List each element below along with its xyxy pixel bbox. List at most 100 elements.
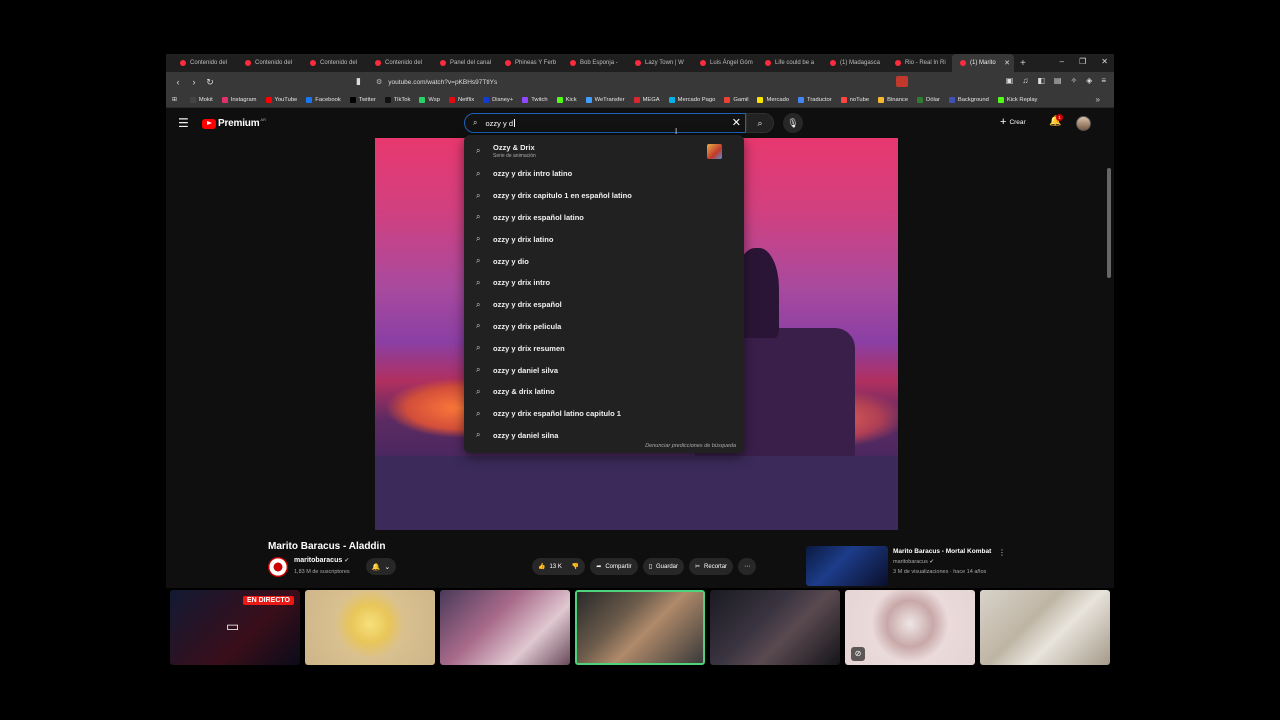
suggestion-item[interactable]: ⌕ ozzy y drix español latino: [464, 207, 744, 229]
search-button[interactable]: ⌕: [746, 113, 774, 133]
report-predictions-link[interactable]: Denunciar predicciones de búsqueda: [645, 443, 736, 449]
share-button[interactable]: ➦ Compartir: [590, 558, 638, 575]
suggestion-item[interactable]: ⌕ ozzy & drix latino: [464, 381, 744, 403]
channel-avatar[interactable]: [268, 557, 288, 577]
recommended-channel[interactable]: maritobaracus ✔: [893, 559, 934, 565]
suggestion-item[interactable]: ⌕ ozzy y drix español latino capitulo 1: [464, 403, 744, 425]
bookmark-item[interactable]: Kick Replay: [997, 96, 1037, 103]
bookmark-item[interactable]: Instagram: [221, 96, 257, 103]
bookmark-item[interactable]: Facebook: [306, 96, 341, 103]
suggestion-item[interactable]: ⌕ ozzy y drix intro: [464, 272, 744, 294]
channel-name[interactable]: maritobaracus ✔: [294, 557, 349, 564]
bookmark-item[interactable]: Twitch: [522, 96, 548, 103]
suggestion-item[interactable]: ⌕ ozzy y dio: [464, 250, 744, 272]
bookmark-item[interactable]: WeTransfer: [585, 96, 625, 103]
site-info-icon[interactable]: ⚙: [376, 78, 382, 86]
bookmark-item[interactable]: Mokit: [189, 96, 213, 103]
hamburger-menu-icon[interactable]: ☰: [178, 116, 189, 130]
bookmark-item[interactable]: YouTube: [265, 96, 297, 103]
scrollbar[interactable]: [1107, 168, 1111, 278]
bookmark-item[interactable]: TikTok: [384, 96, 410, 103]
more-bookmarks-icon[interactable]: »: [1096, 95, 1100, 104]
music-icon[interactable]: ♫: [1022, 76, 1028, 85]
suggestion-item[interactable]: ⌕ ozzy y drix resumen: [464, 337, 744, 359]
browser-tab[interactable]: Panel del canal: [432, 54, 497, 72]
youtube-logo[interactable]: Premium AR: [202, 117, 266, 129]
extensions-icon[interactable]: ✧: [1070, 76, 1077, 85]
bookmark-icon[interactable]: ▮: [356, 76, 361, 87]
webcam-feed[interactable]: ⊘: [845, 590, 975, 665]
clear-search-icon[interactable]: ✕: [732, 116, 741, 129]
suggestion-item[interactable]: ⌕ ozzy y drix intro latino: [464, 163, 744, 185]
apps-icon[interactable]: ⊞: [172, 97, 177, 103]
webcam-feed[interactable]: [980, 590, 1110, 665]
suggestion-item[interactable]: ⌕ ozzy y drix latino: [464, 228, 744, 250]
suggestion-item[interactable]: ⌕ ozzy y drix pelicula: [464, 316, 744, 338]
browser-tab[interactable]: Rio - Real In Ri: [887, 54, 952, 72]
close-window-icon[interactable]: ✕: [1101, 57, 1108, 66]
like-button[interactable]: 👍 13 K 👎: [532, 558, 586, 575]
microphone-icon[interactable]: 🎙: [783, 113, 803, 133]
forward-icon[interactable]: ›: [190, 77, 198, 87]
webcam-feed[interactable]: [575, 590, 705, 665]
extension-icon[interactable]: [896, 76, 908, 87]
webcam-feed[interactable]: [710, 590, 840, 665]
browser-tab[interactable]: Contenido del: [237, 54, 302, 72]
browser-tab[interactable]: Contenido del: [367, 54, 432, 72]
browser-tab[interactable]: Contenido del: [172, 54, 237, 72]
subscription-bell-button[interactable]: 🔔 ⌄: [366, 558, 396, 575]
reload-icon[interactable]: ↻: [206, 77, 214, 88]
suggestion-item[interactable]: ⌕ ozzy y daniel silva: [464, 359, 744, 381]
bookmark-item[interactable]: Mercado Pago: [668, 96, 715, 103]
browser-tab[interactable]: Luis Ángel Góm: [692, 54, 757, 72]
browser-tab[interactable]: Phineas Y Ferb: [497, 54, 562, 72]
more-actions-button[interactable]: ⋯: [738, 558, 757, 575]
webcam-feed[interactable]: [440, 590, 570, 665]
bookmark-item[interactable]: Kick: [556, 96, 577, 103]
restore-icon[interactable]: ❐: [1079, 57, 1086, 66]
browser-tab[interactable]: Life could be a: [757, 54, 822, 72]
recommended-thumbnail[interactable]: [806, 546, 888, 586]
avatar[interactable]: [1076, 116, 1091, 131]
save-button[interactable]: ▯ Guardar: [642, 558, 685, 575]
bookmark-item[interactable]: Mercado: [757, 96, 789, 103]
bookmark-item[interactable]: MEGA: [633, 96, 660, 103]
menu-icon[interactable]: ≡: [1101, 76, 1106, 85]
search-input[interactable]: ⌕ ozzy y d ✕: [464, 113, 746, 133]
clip-button[interactable]: ✂ Recortar: [689, 558, 734, 575]
new-tab-button[interactable]: +: [1020, 58, 1026, 69]
webcam-feed[interactable]: [305, 590, 435, 665]
suggestion-item[interactable]: ⌕ ozzy y drix capitulo 1 en español latin…: [464, 185, 744, 207]
browser-tab[interactable]: (1) Madagasca: [822, 54, 887, 72]
stream-preview[interactable]: EN DIRECTO ▭: [170, 590, 300, 665]
close-tab-icon[interactable]: ✕: [1004, 59, 1010, 67]
browser-tab[interactable]: Bob Esponja -: [562, 54, 627, 72]
recommended-title[interactable]: Marito Baracus - Mortal Kombat: [893, 548, 991, 555]
bookmark-item[interactable]: Disney+: [483, 96, 513, 103]
browser-tab[interactable]: Lazy Town | W: [627, 54, 692, 72]
suggestion-item[interactable]: ⌕ ozzy y drix español: [464, 294, 744, 316]
notifications-icon[interactable]: 🔔 1: [1049, 114, 1063, 127]
back-icon[interactable]: ‹: [174, 77, 182, 87]
browser-tab[interactable]: Contenido del: [302, 54, 367, 72]
bookmark-item[interactable]: Twitter: [349, 96, 376, 103]
bookmark-item[interactable]: Background: [948, 96, 989, 103]
bookmark-item[interactable]: Binance: [878, 96, 908, 103]
bookmark-item[interactable]: Dólar: [917, 96, 940, 103]
thumbs-down-icon[interactable]: 👎: [572, 563, 579, 570]
bookmark-item[interactable]: noTube: [840, 96, 869, 103]
screenshot-icon[interactable]: ▣: [1006, 76, 1014, 85]
bookmark-item[interactable]: Netflix: [448, 96, 474, 103]
wallet-icon[interactable]: ▤: [1054, 76, 1062, 85]
bookmark-item[interactable]: Gamil: [724, 96, 748, 103]
muted-icon[interactable]: ⊘: [851, 647, 865, 661]
more-vert-icon[interactable]: ⋮: [998, 548, 1006, 557]
browser-tab[interactable]: (1) Marito ✕: [952, 54, 1014, 72]
suggestion-entity[interactable]: ⌕ Ozzy & Drix Serie de animación: [464, 139, 744, 163]
sidebar-icon[interactable]: ◧: [1037, 76, 1045, 85]
create-button[interactable]: + Crear: [1000, 116, 1026, 128]
minimize-icon[interactable]: –: [1060, 57, 1064, 66]
url-bar[interactable]: ⚙ youtube.com/watch?v=pKBHs97TtlYs: [376, 75, 906, 89]
bookmark-item[interactable]: Wsp: [419, 96, 440, 103]
shield-icon[interactable]: ◈: [1086, 76, 1092, 85]
